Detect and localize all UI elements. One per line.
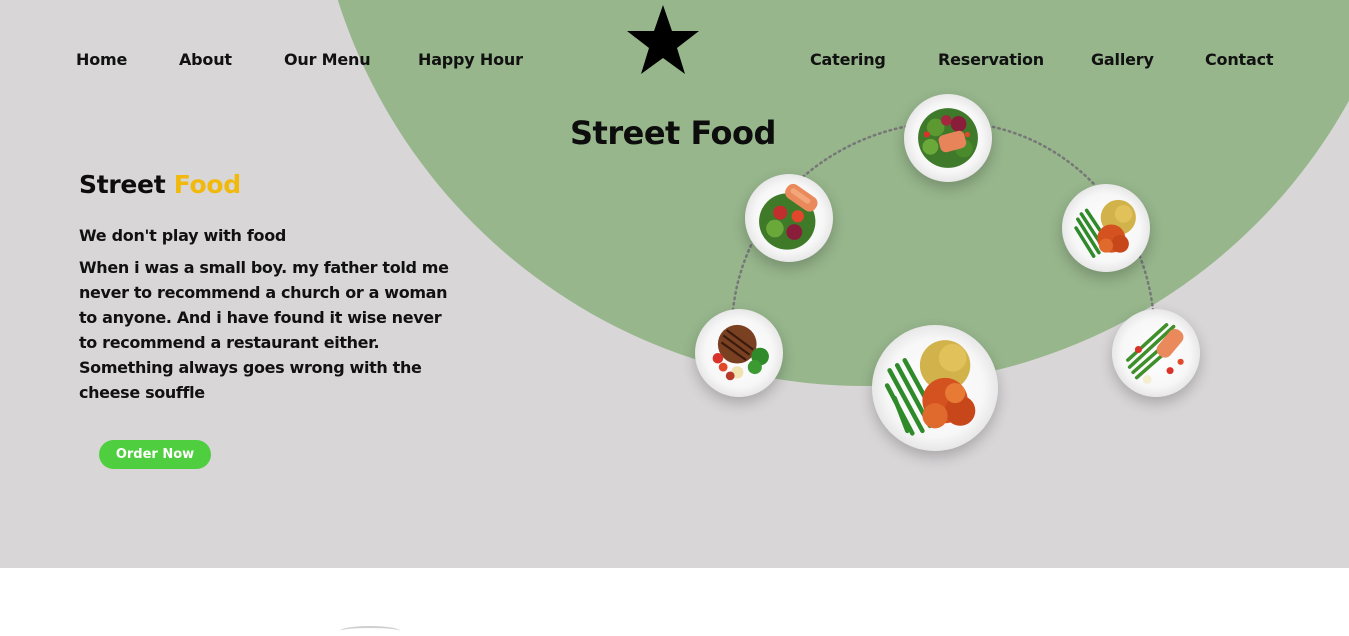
description-paragraph-1: When i was a small boy. my father told m…: [79, 258, 449, 352]
next-section-plate-edge: [340, 626, 400, 636]
chicken-beans-plate-right[interactable]: [1062, 184, 1150, 272]
salmon-salad-plate-left[interactable]: [745, 174, 833, 262]
nav-contact[interactable]: Contact: [1205, 50, 1274, 69]
star-icon[interactable]: [626, 4, 700, 76]
hero-heading-word1: Street: [79, 170, 166, 199]
nav-gallery[interactable]: Gallery: [1091, 50, 1154, 69]
order-now-button[interactable]: Order Now: [99, 440, 211, 469]
nav-catering[interactable]: Catering: [810, 50, 886, 69]
nav-about[interactable]: About: [179, 50, 232, 69]
center-title: Street Food: [570, 114, 776, 152]
nav-happy-hour[interactable]: Happy Hour: [418, 50, 523, 69]
salmon-asparagus-plate[interactable]: [1112, 309, 1200, 397]
chicken-beans-rice-plate-large[interactable]: [872, 325, 998, 451]
hero-tagline: We don't play with food: [79, 226, 287, 245]
description-paragraph-2: Something always goes wrong with the che…: [79, 358, 422, 402]
hero-heading-word2: Food: [173, 170, 241, 199]
steak-vegetables-plate[interactable]: [695, 309, 783, 397]
nav-reservation[interactable]: Reservation: [938, 50, 1044, 69]
hero-heading: Street Food: [79, 170, 241, 199]
salmon-salad-plate-top[interactable]: [904, 94, 992, 182]
hero-section: Home About Our Menu Happy Hour Catering …: [0, 0, 1349, 568]
nav-home[interactable]: Home: [76, 50, 127, 69]
nav-our-menu[interactable]: Our Menu: [284, 50, 371, 69]
hero-description: When i was a small boy. my father told m…: [79, 255, 451, 405]
